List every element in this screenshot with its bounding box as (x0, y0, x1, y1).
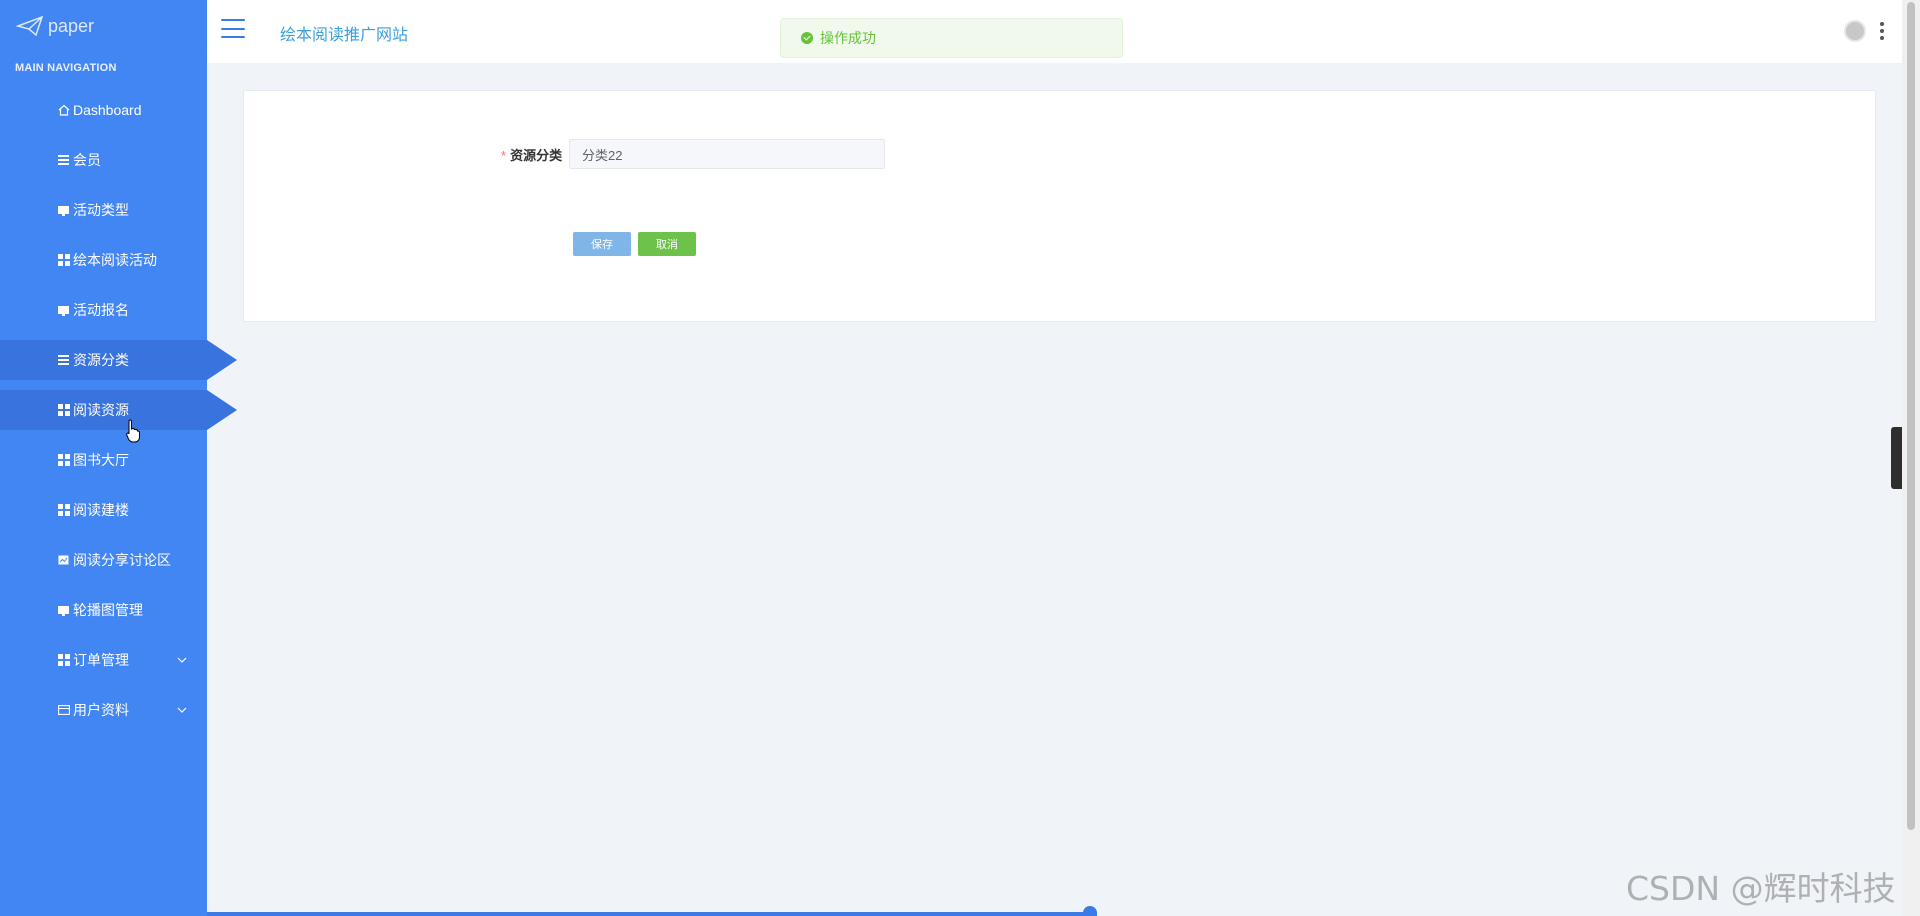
list-icon (57, 154, 70, 166)
hand-cursor-icon (126, 419, 140, 443)
sidebar-item-label: 阅读建楼 (73, 502, 129, 518)
sidebar-item-dashboard[interactable]: Dashboard (0, 90, 240, 130)
sidebar-item-label: 订单管理 (73, 652, 129, 668)
chevron-down-icon (177, 657, 187, 663)
image-icon (57, 554, 70, 566)
paper-plane-icon (16, 15, 44, 37)
card-icon (57, 704, 70, 716)
sidebar-item-label: 用户资料 (73, 702, 129, 718)
app-logo[interactable]: paper (16, 14, 94, 38)
monitor-icon (57, 204, 70, 216)
grid-icon (57, 454, 70, 466)
progress-handle[interactable] (1083, 906, 1097, 916)
success-toast: 操作成功 (780, 18, 1123, 58)
site-title: 绘本阅读推广网站 (280, 27, 409, 44)
page-scrollbar[interactable] (1902, 0, 1920, 916)
sidebar-item-label: 轮播图管理 (73, 602, 143, 618)
sidebar-item-carousel[interactable]: 轮播图管理 (0, 590, 240, 630)
list-icon (57, 354, 70, 366)
sidebar-item-resource-categories[interactable]: 资源分类 (0, 340, 237, 380)
user-avatar[interactable] (1844, 20, 1866, 42)
monitor-icon (57, 604, 70, 616)
sidebar-item-discussion[interactable]: 阅读分享讨论区 (0, 540, 240, 580)
home-icon (57, 104, 70, 116)
nav-section-title: MAIN NAVIGATION (15, 62, 117, 74)
sidebar: paper MAIN NAVIGATION Dashboard 会员 活动类型 … (0, 0, 237, 916)
save-button[interactable]: 保存 (573, 232, 631, 256)
required-mark: * (501, 148, 507, 163)
sidebar-item-reading-resources[interactable]: 阅读资源 (0, 390, 237, 430)
more-options-icon[interactable] (1879, 22, 1885, 40)
main-nav: Dashboard 会员 活动类型 绘本阅读活动 活动报名 资源分类 阅读资源 (0, 90, 240, 740)
sidebar-item-book-hall[interactable]: 图书大厅 (0, 440, 240, 480)
sidebar-item-label: 图书大厅 (73, 452, 129, 468)
logo-text: paper (48, 15, 95, 36)
grid-icon (57, 654, 70, 666)
category-label-text: 资源分类 (510, 148, 563, 163)
comment-icon (57, 304, 70, 316)
sidebar-item-label: 阅读分享讨论区 (73, 552, 171, 568)
category-input[interactable]: 分类22 (569, 139, 885, 169)
sidebar-item-label: 阅读资源 (73, 402, 129, 418)
menu-toggle-icon[interactable] (221, 19, 245, 38)
form-card: * 资源分类 分类22 保存 取消 (243, 90, 1876, 322)
watermark: CSDN @辉时科技 (1626, 869, 1896, 908)
grid-icon (57, 254, 70, 266)
category-label: * 资源分类 (501, 145, 562, 164)
scrollbar-thumb[interactable] (1907, 2, 1915, 830)
sidebar-item-label: Dashboard (73, 102, 142, 118)
grid-icon (57, 504, 70, 516)
sidebar-item-label: 资源分类 (73, 352, 129, 368)
toast-message: 操作成功 (820, 30, 876, 46)
progress-bar (207, 912, 1090, 916)
sidebar-item-members[interactable]: 会员 (0, 140, 240, 180)
sidebar-item-label: 活动类型 (73, 202, 129, 218)
cancel-button[interactable]: 取消 (638, 232, 696, 256)
sidebar-item-activity-signup[interactable]: 活动报名 (0, 290, 240, 330)
sidebar-item-label: 活动报名 (73, 302, 129, 318)
sidebar-item-reading-building[interactable]: 阅读建楼 (0, 490, 240, 530)
check-circle-icon (801, 32, 813, 44)
sidebar-item-user-profile[interactable]: 用户资料 (0, 690, 240, 730)
sidebar-item-reading-activities[interactable]: 绘本阅读活动 (0, 240, 240, 280)
sidebar-item-activity-types[interactable]: 活动类型 (0, 190, 240, 230)
sidebar-item-label: 会员 (73, 152, 101, 168)
chevron-down-icon (177, 707, 187, 713)
sidebar-item-label: 绘本阅读活动 (73, 252, 157, 268)
sidebar-item-orders[interactable]: 订单管理 (0, 640, 240, 680)
grid-icon (57, 404, 70, 416)
